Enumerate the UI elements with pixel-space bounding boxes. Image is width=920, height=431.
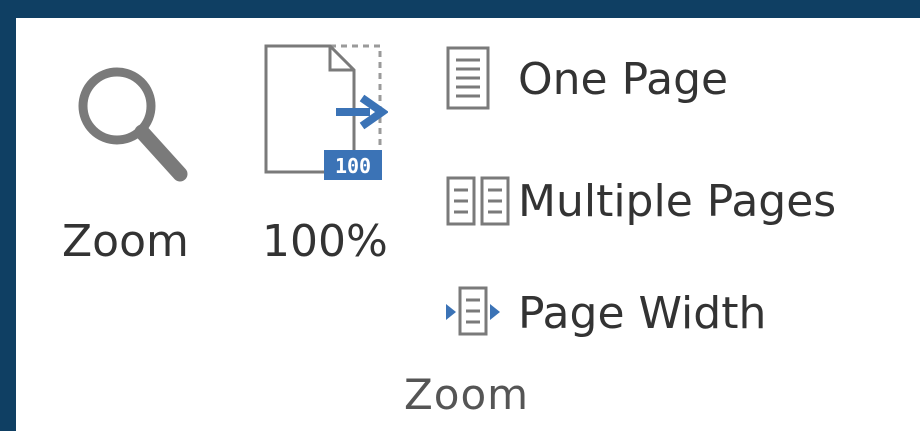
two-pages-icon [446,176,510,226]
zoom-button-label: Zoom [62,216,189,267]
zoom-100-label: 100% [262,216,388,267]
page-width-button[interactable]: Page Width [428,268,828,339]
one-page-label: One Page [518,54,729,105]
zoom-button[interactable]: Zoom [56,18,216,268]
one-page-button[interactable]: One Page [428,40,788,110]
zoom-ribbon-group: Zoom 100 100% One Page Multiple Pages Pa… [16,18,920,431]
zoom-100-badge: 100 [334,154,372,178]
multiple-pages-label: Multiple Pages [518,176,837,227]
page-width-label: Page Width [518,288,767,339]
single-page-icon [446,46,490,110]
group-label: Zoom [404,370,530,419]
multiple-pages-button[interactable]: Multiple Pages [428,158,888,228]
page-width-icon [446,286,500,336]
ribbon-frame: Zoom 100 100% One Page Multiple Pages Pa… [0,0,920,431]
magnifier-icon [78,67,188,182]
zoom-100-button[interactable]: 100 100% [246,18,406,268]
